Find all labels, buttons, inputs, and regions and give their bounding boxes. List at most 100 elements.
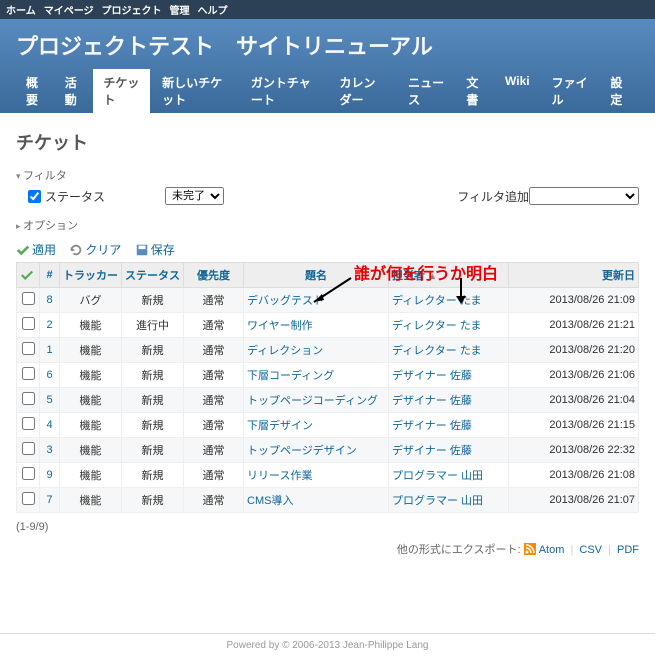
table-row[interactable]: 1機能新規通常ディレクションディレクター たま2013/08/26 21:20 <box>17 338 639 363</box>
issue-id-link[interactable]: 4 <box>46 419 52 431</box>
issue-id-link[interactable]: 7 <box>46 494 52 506</box>
main-menu-tab[interactable]: 概要 <box>16 69 53 113</box>
table-row[interactable]: 6機能新規通常下層コーディングデザイナー 佐藤2013/08/26 21:06 <box>17 363 639 388</box>
issue-assignee-link[interactable]: プログラマー 山田 <box>392 495 483 507</box>
check-icon <box>16 243 30 257</box>
issue-subject-link[interactable]: CMS導入 <box>247 495 293 507</box>
col-priority[interactable]: 優先度 <box>197 270 230 282</box>
issue-id-link[interactable]: 6 <box>46 369 52 381</box>
table-row[interactable]: 2機能進行中通常ワイヤー制作ディレクター たま2013/08/26 21:21 <box>17 313 639 338</box>
main-menu-tab[interactable]: 文書 <box>456 69 493 113</box>
row-checkbox[interactable] <box>22 317 35 330</box>
issue-assignee-link[interactable]: デザイナー 佐藤 <box>392 370 472 382</box>
issue-subject-link[interactable]: トップページデザイン <box>247 445 357 457</box>
table-row[interactable]: 4機能新規通常下層デザインデザイナー 佐藤2013/08/26 21:15 <box>17 413 639 438</box>
row-checkbox[interactable] <box>22 442 35 455</box>
pagination: (1-9/9) <box>16 521 639 533</box>
table-row[interactable]: 5機能新規通常トップページコーディングデザイナー 佐藤2013/08/26 21… <box>17 388 639 413</box>
export-csv[interactable]: CSV <box>579 544 602 556</box>
issue-subject-link[interactable]: トップページコーディング <box>247 395 378 407</box>
top-menu-link[interactable]: ヘルプ <box>198 6 228 17</box>
main-menu-tab[interactable]: 活動 <box>55 69 92 113</box>
issue-assignee-link[interactable]: デザイナー 佐藤 <box>392 445 472 457</box>
issue-assignee-link[interactable]: プログラマー 山田 <box>392 470 483 482</box>
export-pdf[interactable]: PDF <box>617 544 639 556</box>
top-menu-link[interactable]: マイページ <box>44 6 94 17</box>
issue-subject-link[interactable]: リリース作業 <box>247 470 312 482</box>
issue-id-link[interactable]: 5 <box>46 394 52 406</box>
issue-assignee-link[interactable]: デザイナー 佐藤 <box>392 420 472 432</box>
project-title: プロジェクトテスト サイトリニューアル <box>16 29 639 69</box>
row-checkbox[interactable] <box>22 292 35 305</box>
row-checkbox[interactable] <box>22 392 35 405</box>
row-checkbox[interactable] <box>22 467 35 480</box>
issue-subject-link[interactable]: 下層コーディング <box>247 370 334 382</box>
filter-status-checkbox[interactable] <box>28 190 41 203</box>
issue-assignee-link[interactable]: ディレクター たま <box>392 295 482 307</box>
other-formats: 他の形式にエクスポート: Atom | CSV | PDF <box>16 541 639 557</box>
top-menu-link[interactable]: プロジェクト <box>102 6 162 17</box>
row-checkbox[interactable] <box>22 492 35 505</box>
clear-button[interactable]: クリア <box>69 243 124 257</box>
issue-subject-link[interactable]: ディレクション <box>247 345 323 357</box>
filters-toggle[interactable]: フィルタ <box>16 167 67 183</box>
cell-priority: 通常 <box>184 413 244 438</box>
issue-id-link[interactable]: 8 <box>46 294 52 306</box>
issue-assignee-link[interactable]: ディレクター たま <box>392 320 482 332</box>
content: チケット フィルタ ステータス 未完了 フィルタ追加 オプション 適用 クリア … <box>0 113 655 633</box>
issue-subject-link[interactable]: デバッグテスト <box>247 295 324 307</box>
filter-row-status: ステータス 未完了 フィルタ追加 <box>16 183 639 213</box>
main-menu-tab[interactable]: 設定 <box>600 69 637 113</box>
cell-priority: 通常 <box>184 363 244 388</box>
filter-status-operator[interactable]: 未完了 <box>165 187 224 205</box>
col-status[interactable]: ステータス <box>125 270 180 282</box>
check-all-icon[interactable] <box>20 268 34 282</box>
col-id[interactable]: # <box>46 269 52 281</box>
table-row[interactable]: 3機能新規通常トップページデザインデザイナー 佐藤2013/08/26 22:3… <box>17 438 639 463</box>
save-icon <box>135 243 149 257</box>
main-menu-tab[interactable]: ニュース <box>398 69 454 113</box>
main-menu-tab[interactable]: Wiki <box>495 69 540 93</box>
issue-assignee-link[interactable]: ディレクター たま <box>392 345 482 357</box>
add-filter-select[interactable] <box>529 187 639 205</box>
save-button[interactable]: 保存 <box>135 243 175 257</box>
main-menu-tab[interactable]: チケット <box>93 69 150 113</box>
issue-id-link[interactable]: 9 <box>46 469 52 481</box>
main-menu-tab[interactable]: ファイル <box>542 69 599 113</box>
apply-button[interactable]: 適用 <box>16 243 59 257</box>
row-checkbox[interactable] <box>22 417 35 430</box>
col-check[interactable] <box>17 263 40 288</box>
table-row[interactable]: 8バグ新規通常デバッグテストディレクター たま2013/08/26 21:09 <box>17 288 639 313</box>
options-toggle[interactable]: オプション <box>16 217 78 233</box>
table-row[interactable]: 7機能新規通常CMS導入プログラマー 山田2013/08/26 21:07 <box>17 488 639 513</box>
main-menu-tab[interactable]: 新しいチケット <box>152 69 239 113</box>
cell-updated: 2013/08/26 21:07 <box>509 488 639 513</box>
cell-tracker: 機能 <box>60 338 122 363</box>
table-row[interactable]: 9機能新規通常リリース作業プログラマー 山田2013/08/26 21:08 <box>17 463 639 488</box>
col-subject[interactable]: 題名 <box>305 270 327 282</box>
col-tracker[interactable]: トラッカー <box>63 270 118 282</box>
issue-id-link[interactable]: 3 <box>46 444 52 456</box>
top-menu-link[interactable]: ホーム <box>6 6 36 17</box>
cell-updated: 2013/08/26 21:20 <box>509 338 639 363</box>
issue-subject-link[interactable]: ワイヤー制作 <box>247 320 313 332</box>
issue-id-link[interactable]: 2 <box>46 319 52 331</box>
issue-assignee-link[interactable]: デザイナー 佐藤 <box>392 395 472 407</box>
row-checkbox[interactable] <box>22 342 35 355</box>
cell-status: 新規 <box>122 413 184 438</box>
main-menu-tab[interactable]: ガントチャート <box>241 69 328 113</box>
main-menu-tab[interactable]: カレンダー <box>329 69 396 113</box>
cell-priority: 通常 <box>184 463 244 488</box>
page-heading: チケット <box>16 129 639 155</box>
row-checkbox[interactable] <box>22 367 35 380</box>
filter-status-label: ステータス <box>45 188 105 205</box>
cell-updated: 2013/08/26 21:08 <box>509 463 639 488</box>
cell-priority: 通常 <box>184 313 244 338</box>
top-menu-link[interactable]: 管理 <box>170 6 190 17</box>
issue-id-link[interactable]: 1 <box>46 344 52 356</box>
header: プロジェクトテスト サイトリニューアル 概要活動チケット新しいチケットガントチャ… <box>0 19 655 113</box>
cell-updated: 2013/08/26 21:09 <box>509 288 639 313</box>
col-updated[interactable]: 更新日 <box>602 270 635 282</box>
export-atom[interactable]: Atom <box>539 544 565 556</box>
issue-subject-link[interactable]: 下層デザイン <box>247 420 313 432</box>
